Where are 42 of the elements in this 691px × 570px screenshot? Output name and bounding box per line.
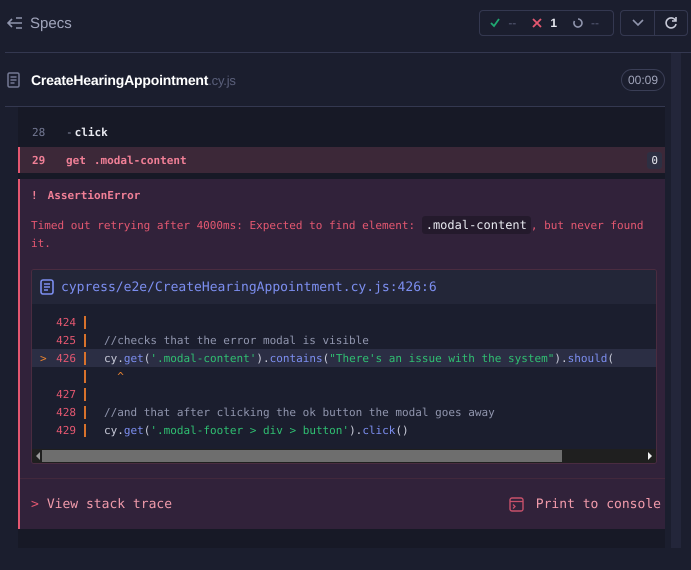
command-message: .modal-content [94, 154, 187, 166]
code-line: //and that after clicking the ok button the modal goes away [104, 406, 495, 418]
line-number: 29 [32, 154, 46, 166]
refresh-icon [664, 16, 678, 30]
back-arrow-icon[interactable] [7, 17, 23, 29]
command-name: get [66, 154, 86, 166]
code-line: cy.get('.modal-footer > div > button').click() [104, 424, 409, 436]
spec-file-name: CreateHearingAppointment.cy.js [31, 72, 237, 88]
duration-badge: 00:09 [620, 68, 665, 90]
specs-title[interactable]: Specs [30, 14, 72, 32]
print-to-console-button[interactable]: Print to console [508, 496, 661, 512]
line-number: 426 [56, 352, 76, 364]
error-title: AssertionError [48, 189, 140, 202]
line-number: 428 [56, 406, 76, 418]
command-row[interactable]: 29 get .modal-content 0 [18, 147, 665, 173]
command-name: - click [66, 126, 108, 138]
horizontal-scrollbar[interactable] [32, 449, 656, 463]
line-number: 427 [56, 388, 76, 400]
code-line: cy.get('.modal-content').contains("There's an issue with the system").should( [104, 352, 614, 364]
view-stack-trace-link[interactable]: > View stack trace [31, 496, 172, 512]
error-message: Timed out retrying after 4000ms: Expected to find element: .modal-content , but never found it. [31, 216, 644, 252]
vertical-scrollbar[interactable] [671, 53, 681, 548]
document-icon [40, 279, 54, 295]
line-number: 429 [56, 424, 76, 436]
line-number: 424 [56, 316, 76, 328]
chevron-down-icon [632, 19, 644, 27]
terminal-icon [508, 496, 524, 512]
pointer-mark: > [40, 352, 47, 364]
command-row[interactable]: 28 - click [18, 117, 665, 147]
code-line: //checks that the error modal is visible [104, 334, 369, 346]
close-icon [532, 18, 542, 28]
stat-count: -- [508, 16, 516, 30]
line-number: 28 [32, 126, 46, 138]
code-line: ^ [116, 370, 124, 382]
element-count-badge: 0 [647, 152, 662, 168]
stat-count: -- [591, 16, 599, 30]
error-mark: ! [31, 189, 38, 202]
stat-count: 1 [550, 16, 557, 30]
spinner-icon [573, 18, 583, 28]
line-number: 425 [56, 334, 76, 346]
document-icon [7, 72, 20, 88]
check-icon [490, 18, 500, 28]
